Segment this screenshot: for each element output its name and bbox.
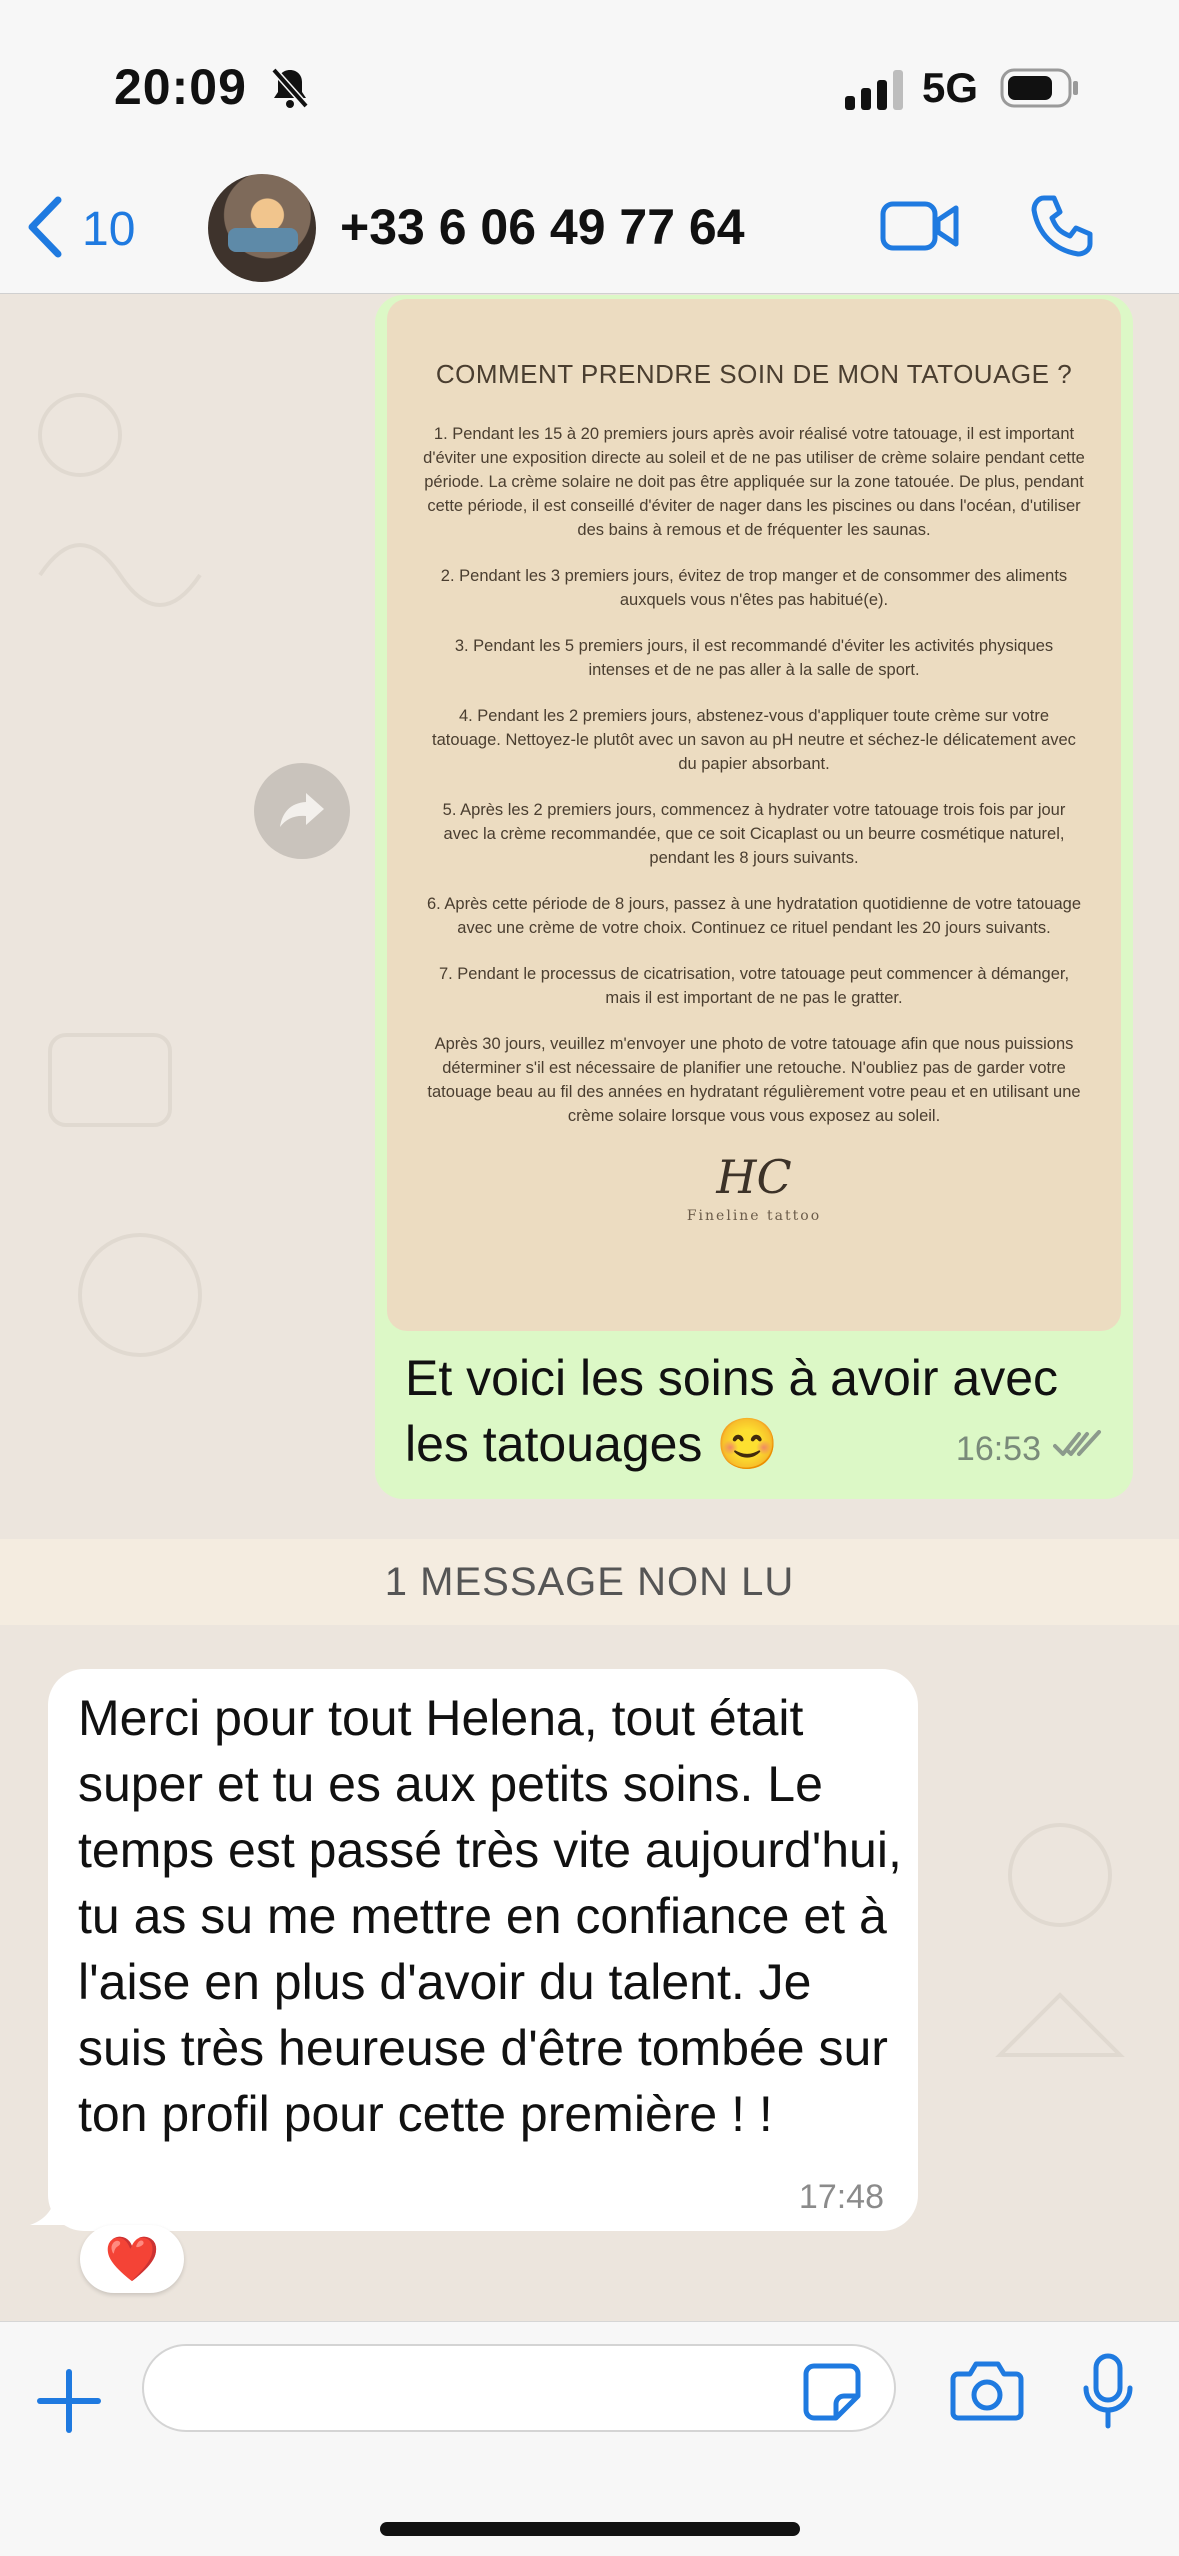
video-camera-icon[interactable] <box>880 198 960 259</box>
chat-area[interactable]: COMMENT PRENDRE SOIN DE MON TATOUAGE ? 1… <box>0 295 1179 2321</box>
forward-button[interactable] <box>254 763 350 859</box>
double-check-icon <box>1053 1430 1103 1465</box>
avatar[interactable] <box>208 174 316 282</box>
phone-icon[interactable] <box>1030 194 1094 263</box>
document-paragraph: 3. Pendant les 5 premiers jours, il est … <box>454 637 1054 679</box>
document-title: COMMENT PRENDRE SOIN DE MON TATOUAGE ? <box>435 359 1073 389</box>
chevron-left-icon <box>26 196 62 263</box>
input-bar <box>0 2321 1179 2556</box>
document-paragraph: 7. Pendant le processus de cicatrisation… <box>438 965 1070 1007</box>
status-time: 20:09 <box>114 59 247 115</box>
heart-reaction[interactable]: ❤️ <box>80 2225 184 2293</box>
message-input[interactable] <box>142 2344 896 2432</box>
status-bar: 20:09 5G <box>0 0 1179 168</box>
studio-logo: HC Fineline tattoo <box>423 1150 1085 1224</box>
incoming-message[interactable]: Merci pour tout Helena, tout était super… <box>48 1669 918 2231</box>
document-paragraph: 6. Après cette période de 8 jours, passe… <box>426 895 1082 937</box>
unread-divider: 1 MESSAGE NON LU <box>0 1539 1179 1625</box>
document-paragraph: 5. Après les 2 premiers jours, commencez… <box>442 801 1066 867</box>
network-type: 5G <box>922 64 979 111</box>
outgoing-message-time: 16:53 <box>955 1430 1041 1468</box>
camera-icon[interactable] <box>950 2360 1024 2427</box>
studio-logo-subtitle: Fineline tattoo <box>686 1208 822 1224</box>
unread-chats-count: 10 <box>82 202 136 256</box>
contact-name[interactable]: +33 6 06 49 77 64 <box>340 198 745 256</box>
back-button[interactable]: 10 <box>26 194 135 264</box>
document-paragraph: 4. Pendant les 2 premiers jours, abstene… <box>432 707 1076 773</box>
chat-header: 10 +33 6 06 49 77 64 <box>0 168 1179 294</box>
outgoing-message[interactable]: COMMENT PRENDRE SOIN DE MON TATOUAGE ? 1… <box>375 295 1133 1499</box>
home-indicator <box>380 2522 800 2536</box>
studio-logo-mark: HC <box>716 1150 792 1204</box>
signal-icon <box>845 70 907 115</box>
tattoo-care-document-image[interactable]: COMMENT PRENDRE SOIN DE MON TATOUAGE ? 1… <box>387 299 1121 1331</box>
battery-icon <box>1000 68 1080 113</box>
document-paragraph: Après 30 jours, veuillez m'envoyer une p… <box>427 1035 1081 1125</box>
microphone-icon[interactable] <box>1080 2352 1136 2437</box>
forward-arrow-icon <box>278 789 326 834</box>
document-paragraph: 2. Pendant les 3 premiers jours, évitez … <box>440 567 1068 609</box>
plus-icon[interactable] <box>36 2368 102 2439</box>
incoming-message-text: Merci pour tout Helena, tout était super… <box>78 1690 902 2142</box>
incoming-message-time: 17:48 <box>798 2178 884 2216</box>
document-paragraph: 1. Pendant les 15 à 20 premiers jours ap… <box>423 425 1085 539</box>
bell-slash-icon <box>270 66 310 115</box>
sticker-icon[interactable] <box>802 2362 862 2427</box>
